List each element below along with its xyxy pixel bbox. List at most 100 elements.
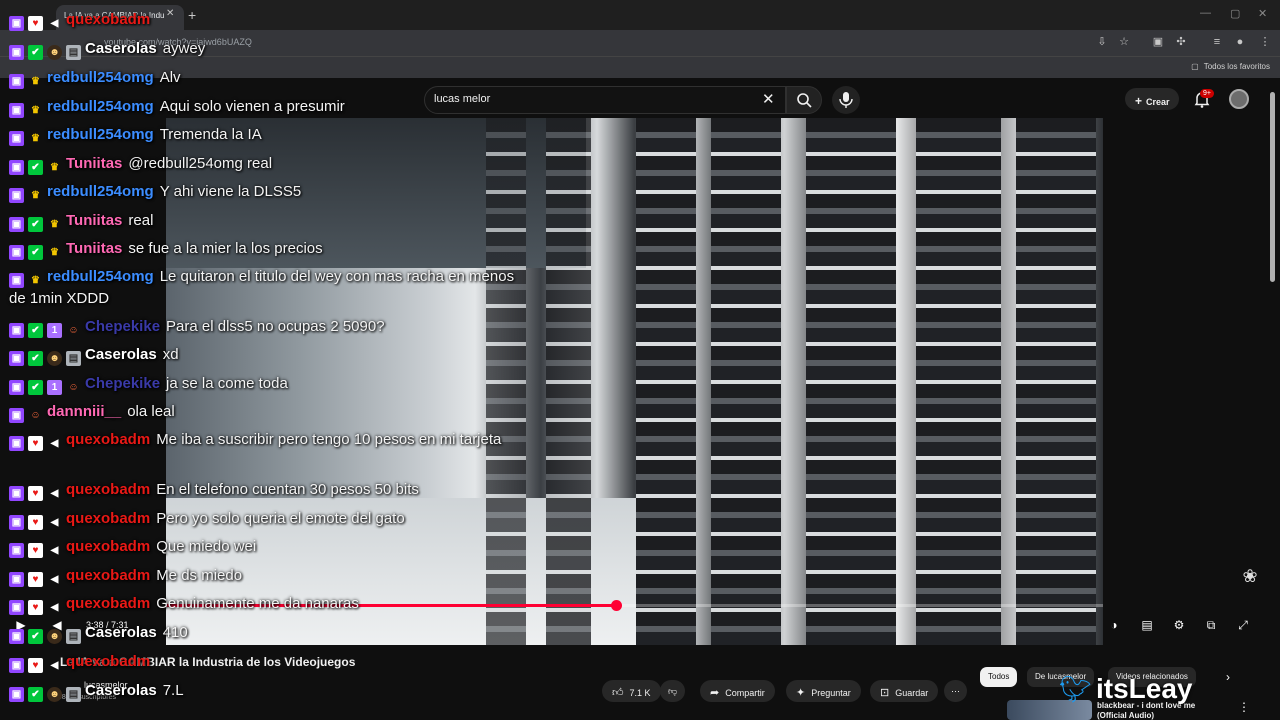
media-icon[interactable]: ≡ [1210,35,1224,49]
all-bookmarks[interactable]: Todos los favoritos [1191,62,1270,71]
chat-username: Chepekike [85,318,161,335]
chevron-right-icon[interactable]: › [1226,670,1230,684]
twitch-badge-icon: ▣ [9,687,24,702]
close-window-icon[interactable]: ✕ [1258,7,1267,20]
mute-badge-icon: ◀ [50,517,59,528]
chat-text: aywey [162,40,206,57]
create-button[interactable]: + Crear [1125,88,1179,110]
chat-username: Tuniitas [66,240,123,257]
chat-message: ▣ ✔ ♛ Tuniitas real [9,209,529,233]
account-avatar[interactable] [1229,89,1249,109]
chat-text: Y ahi viene la DLSS5 [159,183,302,200]
twitch-badge-icon: ▣ [9,408,24,423]
cam-badge-icon: ▤ [66,351,81,366]
thumbs-down-icon: 👎︎ [668,686,678,696]
chat-username: quexobadm [66,538,151,555]
check-badge-icon: ✔ [28,45,43,60]
chat-username: Tuniitas [66,212,123,229]
sparkle-icon: ✦ [796,687,806,699]
install-icon[interactable]: ⇩ [1095,35,1109,49]
share-icon: ➦ [710,687,720,699]
save-label: Guardar [895,688,929,698]
heart-badge-icon: ♥ [28,658,43,673]
cat-emote-icon: ❀ [1242,566,1258,586]
autoplay-toggle[interactable]: ◑ [1105,618,1123,634]
related-more-icon[interactable]: ⋮ [1238,700,1250,714]
heart-badge-icon: ♥ [28,515,43,530]
chat-message: ▣ ♥ ◀ quexobadm Pero yo solo queria el emote… [9,507,529,531]
notifications-badge: 9+ [1200,89,1214,98]
menu-icon[interactable]: ⋮ [1258,35,1272,49]
chat-text: ja se la come toda [166,375,288,392]
heart-badge-icon: ♥ [28,436,43,451]
subtitles-icon[interactable]: ▤ [1138,618,1156,634]
voice-search-button[interactable] [832,86,860,114]
twitch-badge-icon: ▣ [9,486,24,501]
server-rack [1016,118,1096,645]
chat-text: Me ds miedo [156,567,243,584]
extension-icon[interactable]: ▣ [1151,35,1165,49]
server-rack [916,118,1001,645]
minimize-icon[interactable]: — [1200,7,1211,19]
face-badge-icon: ☻ [47,45,62,60]
mute-badge-icon: ◀ [50,602,59,613]
fullscreen-icon[interactable]: ⤢ [1234,618,1252,634]
chat-username: redbull254omg [47,183,154,200]
page-scrollbar[interactable] [1270,92,1275,282]
chat-message: ▣ ♥ ◀ quexobadm Que miedo wei [9,535,529,559]
server-rack [806,118,896,645]
save-button[interactable]: ⊡ Guardar [870,680,939,702]
chat-text: ola leal [127,403,175,420]
miniplayer-icon[interactable]: ⧉ [1202,618,1220,634]
clear-search-icon[interactable]: ✕ [762,90,775,108]
maximize-icon[interactable]: ▢ [1230,7,1240,20]
microphone-icon [839,92,853,108]
chat-username: Caserolas [85,40,157,57]
crown-badge-icon: ♛ [50,219,59,230]
twitch-badge-icon: ▣ [9,600,24,615]
dislike-button[interactable]: 👎︎ [660,680,686,702]
crown-badge-icon: ♛ [50,247,59,258]
heart-badge-icon: ♥ [28,16,43,31]
twitch-badge-icon: ▣ [9,380,24,395]
chat-text: Me iba a suscribir pero tengo 10 pesos e… [156,431,502,448]
more-actions-button[interactable]: ⋯ [944,680,967,702]
chat-message: ▣ ✔ 1 ☺ Chepekike ja se la come toda [9,372,529,396]
heart-badge-icon: ♥ [28,600,43,615]
chat-message: ▣ ✔ ♛ Tuniitas @redbull254omg real [9,152,529,176]
star-icon[interactable]: ☆ [1117,35,1131,49]
face-badge-icon: ☻ [47,351,62,366]
twitch-badge-icon: ▣ [9,160,24,175]
twitch-badge-icon: ▣ [9,351,24,366]
chat-username: redbull254omg [47,268,154,285]
crown-badge-icon: ♛ [50,162,59,173]
server-rack [636,118,696,645]
chat-username: quexobadm [66,510,151,527]
heart-badge-icon: ♥ [28,572,43,587]
twitch-badge-icon: ▣ [9,217,24,232]
search-button[interactable] [786,86,822,114]
frog-badge-icon: ☺ [68,382,79,393]
mute-badge-icon: ◀ [50,18,59,29]
profile-icon[interactable]: ● [1233,35,1247,49]
chat-message: ▣ ♛ redbull254omg Alv [9,66,529,90]
chat-text: 7.L [162,682,184,699]
chat-message: ▣ ✔ ☻ ▤ Caserolas 7.L [9,679,529,703]
chip-todos[interactable]: Todos [980,667,1018,687]
twitch-badge-icon: ▣ [9,245,24,260]
crown-badge-icon: ♛ [31,133,40,144]
crown-badge-icon: ♛ [31,105,40,116]
chat-username: quexobadm [66,11,151,28]
server-rack [546,118,591,645]
sub-badge-icon: 1 [47,323,62,338]
puzzle-icon[interactable]: ✣ [1174,35,1188,49]
scrubber-handle[interactable] [610,600,622,611]
like-button[interactable]: 👍︎ 7.1 K [602,680,661,702]
ask-button[interactable]: ✦ Preguntar [786,680,861,702]
settings-gear-icon[interactable]: ⚙ [1170,618,1188,634]
share-label: Compartir [725,688,765,698]
cam-badge-icon: ▤ [66,45,81,60]
bookmark-icon: ⊡ [880,687,890,699]
chat-username: quexobadm [66,653,151,670]
share-button[interactable]: ➦ Compartir [700,680,775,702]
